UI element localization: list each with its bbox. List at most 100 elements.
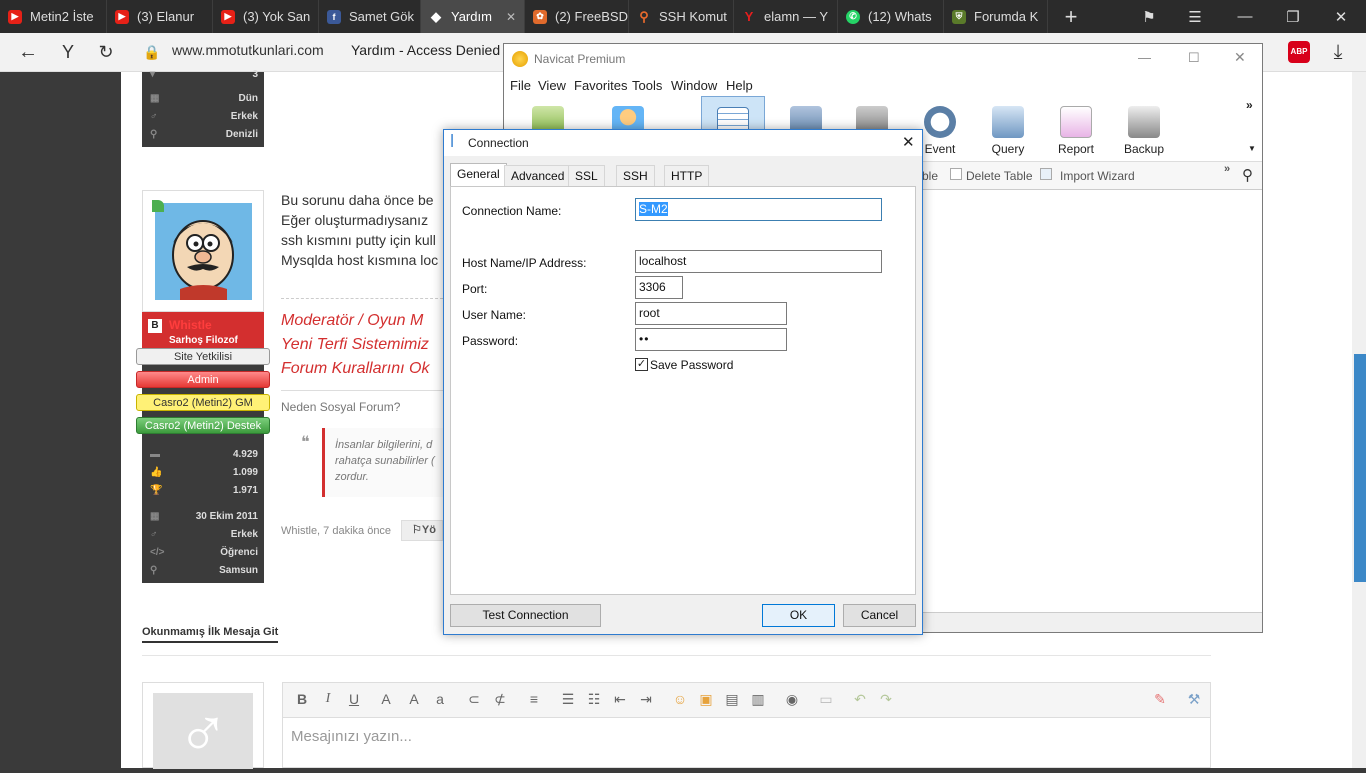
ok-button[interactable]: OK — [762, 604, 835, 627]
reply-button[interactable]: ⚐Yö — [401, 520, 443, 541]
menu-icon[interactable]: ☰ — [1172, 0, 1218, 33]
test-connection-button[interactable]: Test Connection — [450, 604, 601, 627]
new-tab-icon[interactable]: + — [1048, 0, 1094, 33]
italic-icon[interactable]: I — [317, 691, 339, 711]
camera-icon[interactable]: ◉ — [781, 691, 803, 711]
import-wizard-button[interactable]: Import Wizard — [1060, 169, 1135, 183]
restore-icon[interactable]: ❐ — [1270, 0, 1316, 33]
menu-window[interactable]: Window — [671, 78, 717, 93]
dialog-titlebar[interactable]: ꟾ Connection ✕ — [444, 130, 922, 156]
overflow-icon[interactable]: » — [1224, 163, 1230, 175]
browser-tab[interactable]: ▶ (3) Yok San — [213, 0, 319, 33]
browser-tab[interactable]: ⛨ Forumda K — [944, 0, 1048, 33]
connection-name-field[interactable]: S-M2 — [635, 198, 882, 221]
menu-file[interactable]: File — [510, 78, 531, 93]
eraser-icon[interactable]: ✎ — [1149, 691, 1171, 711]
avatar[interactable] — [155, 203, 252, 300]
menu-view[interactable]: View — [538, 78, 566, 93]
bullet-list-icon[interactable]: ☰ — [557, 691, 579, 711]
undo-icon[interactable]: ↶ — [849, 691, 871, 711]
image-icon[interactable]: ▣ — [695, 691, 717, 711]
outdent-icon[interactable]: ⇤ — [609, 691, 631, 711]
navicat-title: Navicat Premium — [534, 52, 626, 66]
maximize-icon[interactable]: ☐ — [1188, 50, 1200, 66]
tab-http[interactable]: HTTP — [664, 165, 710, 186]
badge-admin: Admin — [136, 371, 270, 388]
tab-general[interactable]: General — [450, 163, 507, 187]
tab-ssl[interactable]: SSL — [568, 165, 605, 186]
close-window-icon[interactable]: ✕ — [1318, 0, 1364, 33]
smiley-icon[interactable]: ☺ — [669, 691, 691, 711]
toolbar-backup[interactable]: Backup — [1112, 96, 1176, 162]
toolbar-report[interactable]: Report — [1044, 96, 1108, 162]
link-icon[interactable]: ⊂ — [463, 691, 485, 711]
url-text[interactable]: www.mmotutkunlari.com — [172, 42, 324, 58]
signature-line[interactable]: Moderatör / Oyun M — [281, 309, 443, 333]
username[interactable]: Whistle — [169, 318, 212, 332]
minimize-icon[interactable]: — — [1138, 50, 1151, 65]
bold-icon[interactable]: B — [291, 691, 313, 711]
redo-icon[interactable]: ↷ — [875, 691, 897, 711]
number-list-icon[interactable]: ☷ — [583, 691, 605, 711]
tab-advanced[interactable]: Advanced — [504, 165, 572, 186]
browser-tab[interactable]: ▶ (3) Elanur — [107, 0, 213, 33]
toolbar-dropdown-icon[interactable]: ▼ — [1248, 144, 1256, 153]
unlink-icon[interactable]: ⊄ — [489, 691, 511, 711]
toolbar-query[interactable]: Query — [976, 96, 1040, 162]
browser-tab-active[interactable]: ◆ Yardım ✕ — [421, 0, 525, 33]
save-password-label[interactable]: Save Password — [650, 358, 733, 372]
navicat-titlebar[interactable]: Navicat Premium — ☐ ✕ — [504, 44, 1262, 74]
code-block-icon[interactable]: ▥ — [747, 691, 769, 711]
font-size-icon[interactable]: A — [403, 691, 425, 711]
delete-table-button[interactable]: Delete Table — [966, 169, 1033, 183]
post-body: Bu sorunu daha önce be Eğer oluşturmadıy… — [281, 190, 441, 270]
close-icon[interactable]: ✕ — [902, 133, 915, 151]
text-color-icon[interactable]: A — [375, 691, 397, 711]
font-family-icon[interactable]: a — [429, 691, 451, 711]
online-indicator — [152, 200, 164, 212]
back-icon[interactable]: ← — [10, 33, 46, 72]
message-editor[interactable]: Mesajınızı yazın... — [282, 718, 1211, 768]
browser-tab[interactable]: ⚲ SSH Komut — [629, 0, 734, 33]
browser-tab[interactable]: Yelamn — Y — [734, 0, 838, 33]
post-line: Mysqlda host kısmına loc — [281, 252, 439, 268]
browser-tab[interactable]: ▶ Metin2 İste — [0, 0, 107, 33]
search-icon[interactable]: ⚲ — [1242, 166, 1253, 184]
close-icon[interactable]: ✕ — [506, 10, 516, 24]
indent-icon[interactable]: ⇥ — [635, 691, 657, 711]
signature-line[interactable]: Yeni Terfi Sistemimiz — [281, 333, 443, 357]
browser-tab[interactable]: f Samet Gök — [319, 0, 421, 33]
toolbar-overflow-icon[interactable]: » — [1246, 98, 1253, 112]
save-password-checkbox[interactable]: ✓ — [635, 358, 648, 371]
cancel-button[interactable]: Cancel — [843, 604, 916, 627]
host-field[interactable]: localhost — [635, 250, 882, 273]
quote-icon: ❝ — [301, 434, 310, 451]
signature: Moderatör / Oyun M Yeni Terfi Sistemimiz… — [281, 309, 443, 381]
yandex-home-icon[interactable]: Y — [50, 33, 86, 72]
close-icon[interactable]: ✕ — [1234, 49, 1246, 66]
password-field[interactable]: •• — [635, 328, 787, 351]
post-meta[interactable]: Whistle, 7 dakika önce — [281, 525, 391, 537]
tab-ssh[interactable]: SSH — [616, 165, 655, 186]
scrollbar-thumb[interactable] — [1354, 354, 1366, 582]
media-icon[interactable]: ▤ — [721, 691, 743, 711]
adblock-icon[interactable]: ABP — [1288, 41, 1310, 63]
jump-unread-link[interactable]: Okunmamış İlk Mesaja Git — [142, 626, 279, 643]
browser-tab[interactable]: ✆ (12) Whats — [838, 0, 944, 33]
align-icon[interactable]: ≡ — [523, 691, 545, 711]
menu-help[interactable]: Help — [726, 78, 753, 93]
signature-line[interactable]: Forum Kurallarını Ok — [281, 357, 443, 381]
minimize-icon[interactable]: — — [1222, 0, 1268, 33]
underline-icon[interactable]: U — [343, 691, 365, 711]
port-field[interactable]: 3306 — [635, 276, 683, 299]
user-name-field[interactable]: root — [635, 302, 787, 325]
bookmark-icon[interactable]: ⚑ — [1126, 0, 1172, 33]
browser-tab[interactable]: ✿ (2) FreeBSD — [525, 0, 629, 33]
connection-name-label: Connection Name: — [462, 204, 562, 218]
menu-tools[interactable]: Tools — [632, 78, 662, 93]
save-draft-icon[interactable]: ▭ — [815, 691, 837, 711]
toggle-bbcode-icon[interactable]: ⚒ — [1183, 691, 1205, 711]
reload-icon[interactable]: ↻ — [88, 33, 124, 72]
download-icon[interactable]: ⤓ — [1320, 33, 1356, 72]
menu-favorites[interactable]: Favorites — [574, 78, 627, 93]
